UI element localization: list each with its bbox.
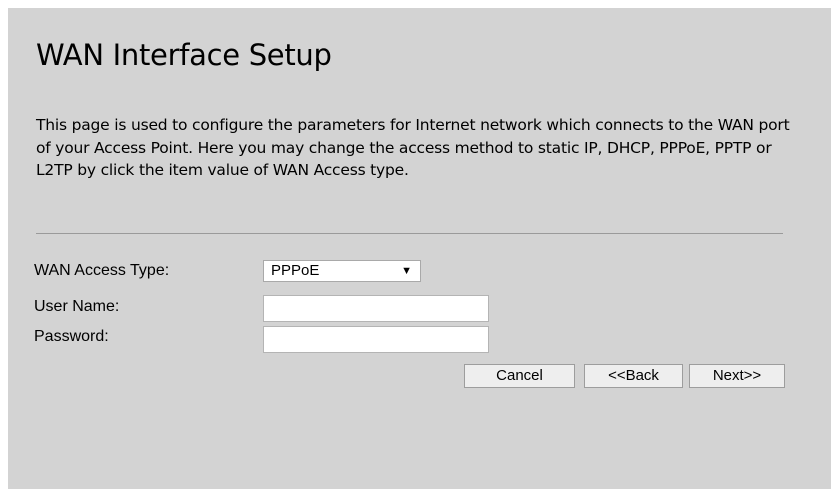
password-input[interactable] <box>263 326 489 353</box>
back-button[interactable]: <<Back <box>584 364 683 388</box>
page-description: This page is used to configure the param… <box>36 116 790 179</box>
password-label: Password: <box>34 328 109 345</box>
wan-access-type-select[interactable]: PPPoE ▼ <box>263 260 421 282</box>
user-name-input[interactable] <box>263 295 489 322</box>
cancel-button[interactable]: Cancel <box>464 364 575 388</box>
divider <box>36 233 783 234</box>
user-name-label: User Name: <box>34 298 120 315</box>
chevron-down-icon: ▼ <box>401 265 412 277</box>
next-button[interactable]: Next>> <box>689 364 785 388</box>
wan-access-type-label: WAN Access Type: <box>34 262 170 279</box>
wan-access-type-value: PPPoE <box>271 262 320 279</box>
wan-setup-panel: WAN Interface Setup This page is used to… <box>8 8 831 489</box>
page-title: WAN Interface Setup <box>36 38 332 72</box>
